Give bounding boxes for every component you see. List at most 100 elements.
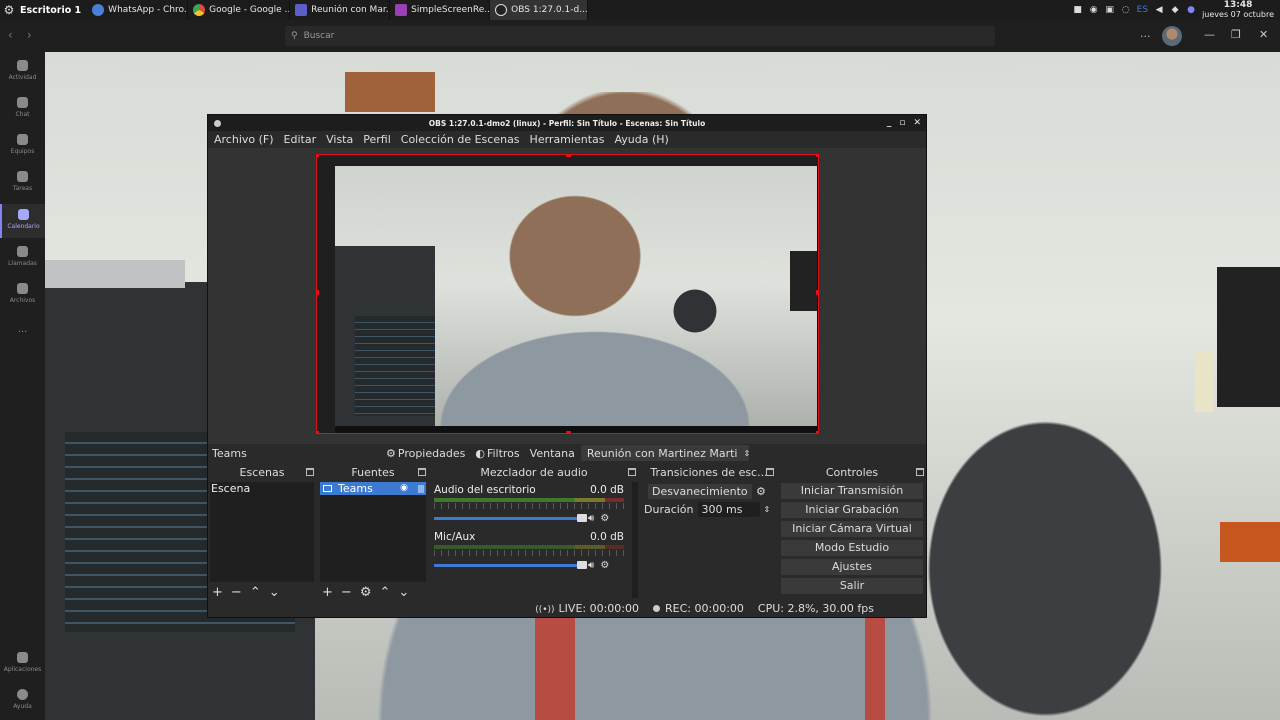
undock-icon[interactable] xyxy=(306,468,314,476)
teams-tray-icon[interactable]: ● xyxy=(1186,5,1196,15)
task-google[interactable]: Google - Google ... xyxy=(188,0,291,20)
gear-icon[interactable]: ⚙ xyxy=(600,513,609,524)
rail-item-calendar[interactable]: Calendario xyxy=(0,204,45,238)
spinner-arrows-icon[interactable]: ⇕ xyxy=(764,505,771,514)
rail-item-tasks[interactable]: Tareas xyxy=(0,171,45,192)
speaker-icon[interactable]: 🔊︎ xyxy=(588,513,594,524)
maximize-icon[interactable]: ▫ xyxy=(899,118,905,128)
gear-icon[interactable]: ⚙ xyxy=(756,485,766,498)
start-menu-icon[interactable]: ⚙ xyxy=(0,0,18,20)
remove-icon[interactable]: − xyxy=(231,585,242,600)
rail-item-chat[interactable]: Chat xyxy=(0,97,45,118)
move-up-icon[interactable]: ⌃ xyxy=(379,585,390,600)
scene-item[interactable]: Escena xyxy=(210,482,314,495)
start-streaming-button[interactable]: Iniciar Transmisión xyxy=(781,483,923,499)
resize-handle[interactable] xyxy=(566,431,571,433)
settings-button[interactable]: Ajustes xyxy=(781,559,923,575)
menu-file[interactable]: Archivo (F) xyxy=(214,133,274,146)
visibility-eye-icon[interactable]: ◉ xyxy=(400,482,408,495)
duration-input[interactable]: 300 ms xyxy=(697,502,760,517)
lock-icon[interactable] xyxy=(418,484,424,493)
properties-button[interactable]: ⚙ Propiedades xyxy=(386,447,465,460)
minimize-icon[interactable]: — xyxy=(1204,28,1215,41)
task-teams-meeting[interactable]: Reunión con Mar... xyxy=(290,0,391,20)
bell-icon xyxy=(17,60,28,71)
camera-icon[interactable]: ■ xyxy=(1073,5,1083,15)
undock-icon[interactable] xyxy=(766,468,774,476)
screenshot-icon[interactable]: ◌ xyxy=(1121,5,1131,15)
transition-select[interactable]: Desvanecimiento xyxy=(648,484,752,499)
obs-icon xyxy=(495,4,508,16)
clock[interactable]: 13:48 jueves 07 octubre xyxy=(1202,0,1274,20)
workspace-label[interactable]: Escritorio 1 xyxy=(18,5,87,16)
gear-icon[interactable]: ⚙ xyxy=(360,585,372,600)
forward-icon[interactable]: › xyxy=(27,28,32,42)
more-options-icon[interactable]: ... xyxy=(1140,27,1151,40)
menu-scene-collection[interactable]: Colección de Escenas xyxy=(401,133,520,146)
mixer-scrollbar[interactable] xyxy=(632,482,638,598)
close-icon[interactable]: ✕ xyxy=(1259,28,1268,41)
task-obs[interactable]: OBS 1:27.0.1-d... xyxy=(490,0,589,20)
source-item[interactable]: Teams ◉ xyxy=(320,482,426,495)
rail-item-help[interactable]: Ayuda xyxy=(0,689,45,710)
rail-item-activity[interactable]: Actividad xyxy=(0,60,45,81)
resize-handle[interactable] xyxy=(317,431,319,433)
resize-handle[interactable] xyxy=(816,155,818,157)
move-down-icon[interactable]: ⌄ xyxy=(398,585,409,600)
filters-button[interactable]: ◐ Filtros xyxy=(475,447,519,460)
undock-icon[interactable] xyxy=(628,468,636,476)
slider-knob[interactable] xyxy=(577,560,587,569)
search-input[interactable]: ⚲ Buscar xyxy=(285,26,995,46)
obs-preview[interactable] xyxy=(208,148,926,444)
resize-handle[interactable] xyxy=(816,431,818,433)
menu-view[interactable]: Vista xyxy=(326,133,353,146)
rail-item-calls[interactable]: Llamadas xyxy=(0,246,45,267)
exit-button[interactable]: Salir xyxy=(781,578,923,594)
rail-item-apps[interactable]: Aplicaciones xyxy=(0,652,45,673)
gear-icon[interactable]: ⚙ xyxy=(600,560,609,571)
menu-help[interactable]: Ayuda (H) xyxy=(614,133,668,146)
menu-edit[interactable]: Editar xyxy=(284,133,317,146)
rail-item-teams[interactable]: Equipos xyxy=(0,134,45,155)
resize-handle[interactable] xyxy=(317,290,319,295)
resize-handle[interactable] xyxy=(566,155,571,157)
resize-handle[interactable] xyxy=(317,155,319,157)
rail-more-apps-icon[interactable]: ... xyxy=(0,324,45,335)
preview-source-teams[interactable] xyxy=(316,154,819,434)
resize-handle[interactable] xyxy=(816,290,818,295)
back-icon[interactable]: ‹ xyxy=(8,28,13,42)
keyboard-layout[interactable]: ES xyxy=(1137,5,1148,15)
volume-slider[interactable] xyxy=(434,560,587,569)
undock-icon[interactable] xyxy=(418,468,426,476)
obs-tray-icon[interactable]: ◉ xyxy=(1089,5,1099,15)
volume-slider[interactable] xyxy=(434,513,587,522)
minimize-icon[interactable]: _ xyxy=(887,118,892,128)
menu-tools[interactable]: Herramientas xyxy=(530,133,605,146)
add-icon[interactable]: + xyxy=(212,585,223,600)
task-whatsapp[interactable]: WhatsApp - Chro... xyxy=(87,0,189,20)
remove-icon[interactable]: − xyxy=(341,585,352,600)
avatar[interactable] xyxy=(1162,26,1182,46)
menu-profile[interactable]: Perfil xyxy=(363,133,391,146)
clock-time: 13:48 xyxy=(1223,0,1253,10)
speaker-icon[interactable]: 🔊︎ xyxy=(588,560,594,571)
mixer-channel: Mic/Aux 0.0 dB 🔊︎ ⚙ xyxy=(434,531,624,571)
display-icon[interactable]: ▣ xyxy=(1105,5,1115,15)
obs-titlebar[interactable]: OBS 1:27.0.1-dmo2 (linux) - Perfil: Sin … xyxy=(208,115,926,131)
move-down-icon[interactable]: ⌄ xyxy=(269,585,280,600)
undock-icon[interactable] xyxy=(916,468,924,476)
add-icon[interactable]: + xyxy=(322,585,333,600)
slider-knob[interactable] xyxy=(577,513,587,522)
start-virtual-camera-button[interactable]: Iniciar Cámara Virtual xyxy=(781,521,923,537)
network-icon[interactable]: ◆ xyxy=(1170,5,1180,15)
studio-mode-button[interactable]: Modo Estudio xyxy=(781,540,923,556)
move-up-icon[interactable]: ⌃ xyxy=(250,585,261,600)
window-select[interactable]: Reunión con Martinez Marti ⇕ xyxy=(580,445,749,461)
volume-icon[interactable]: ◀ xyxy=(1154,5,1164,15)
channel-level: 0.0 dB xyxy=(590,484,624,496)
maximize-icon[interactable]: ❐ xyxy=(1231,28,1241,41)
start-recording-button[interactable]: Iniciar Grabación xyxy=(781,502,923,518)
close-icon[interactable]: ✕ xyxy=(913,118,921,128)
task-simplescreenrecorder[interactable]: SimpleScreenRe... xyxy=(390,0,491,20)
rail-item-files[interactable]: Archivos xyxy=(0,283,45,304)
